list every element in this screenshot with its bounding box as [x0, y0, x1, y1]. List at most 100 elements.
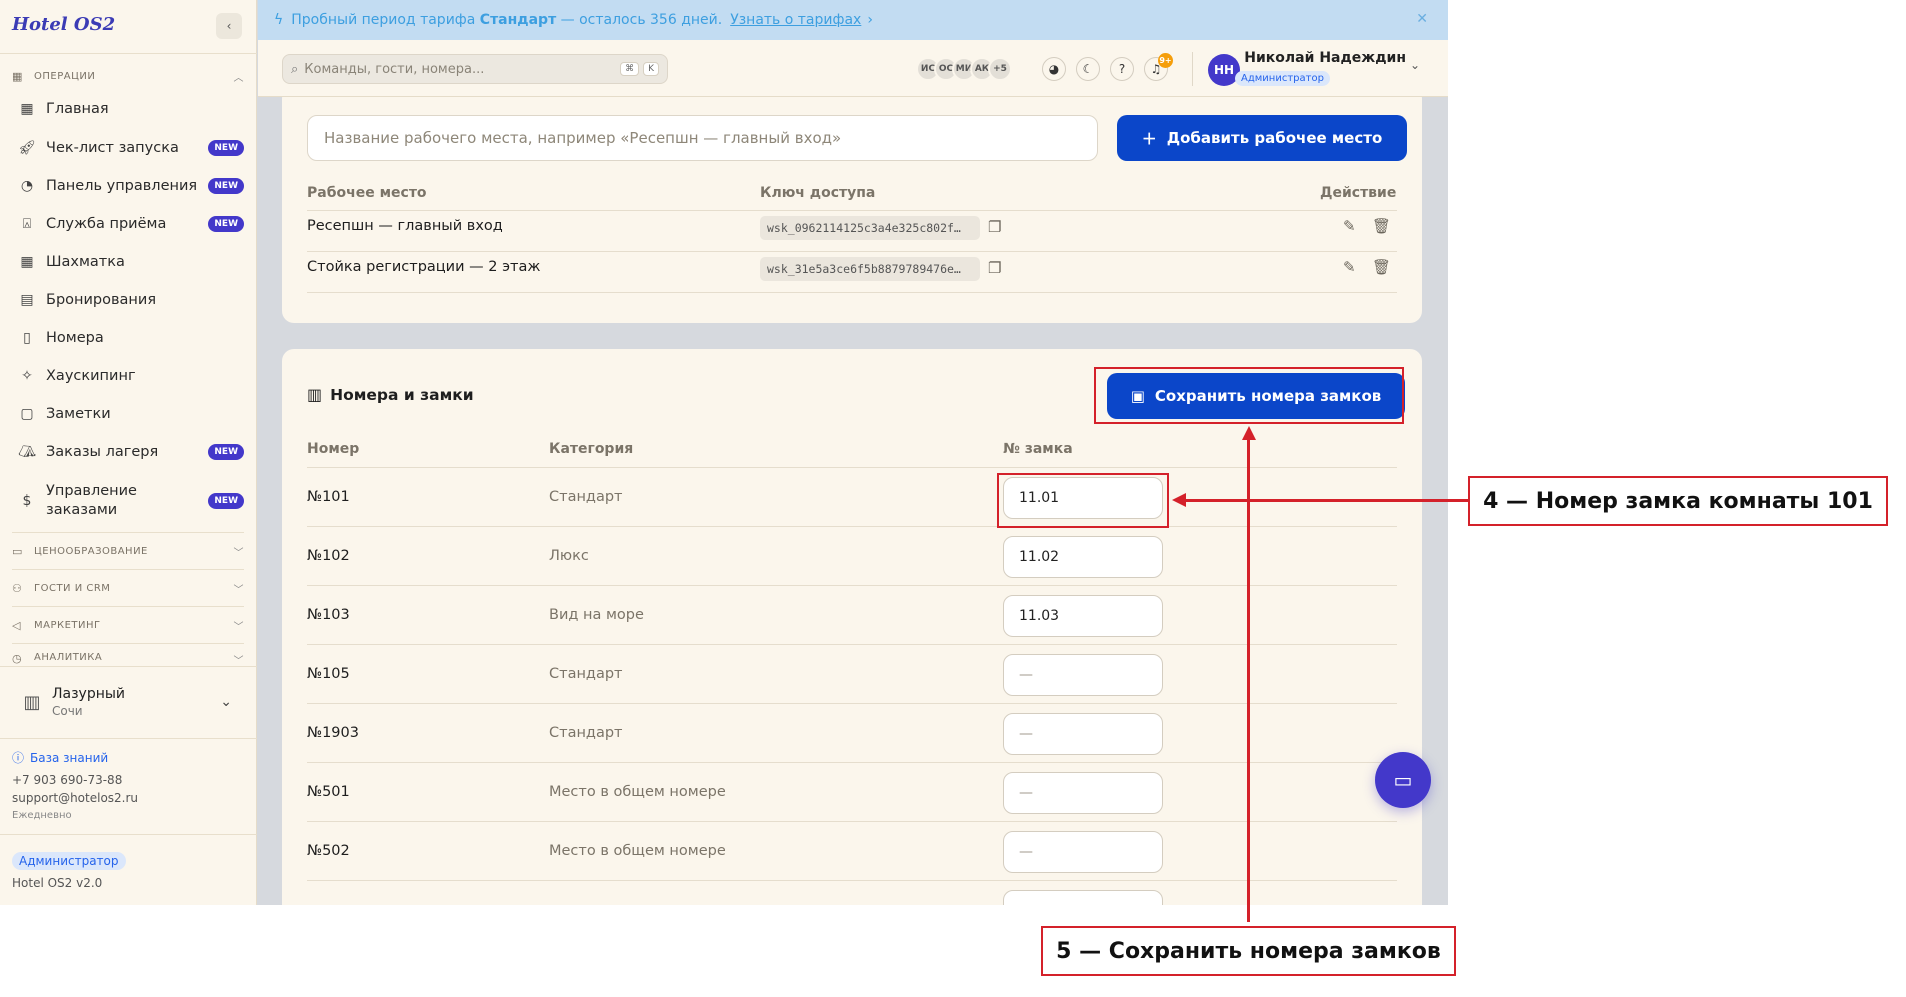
support-email[interactable]: support@hotelos2.ru [12, 791, 138, 805]
support-phone[interactable]: +7 903 690-73-88 [12, 773, 122, 787]
sparkle-icon: ✧ [21, 368, 33, 384]
sidebar-item-notes[interactable]: ▢ Заметки [18, 398, 244, 430]
column-header-key: Ключ доступа [760, 185, 876, 201]
gauge-icon: ◔ [20, 178, 34, 194]
user-name[interactable]: Николай Надеждин [1236, 50, 1406, 66]
help-button[interactable]: ? [1110, 57, 1134, 81]
chevron-down-icon: ﹀ [233, 621, 244, 633]
room-category: Люкс [549, 548, 589, 564]
sidebar-item-dashboard[interactable]: ◔ Панель управления NEW [18, 170, 244, 202]
workplaces-card: Название рабочего места, например «Ресеп… [282, 97, 1422, 323]
chat-icon: ▭ [1393, 768, 1413, 792]
chat-button[interactable]: ▭ [1375, 752, 1431, 808]
sidebar-item-launch-checklist[interactable]: 🚀︎ Чек-лист запуска NEW [18, 132, 244, 164]
divider [0, 666, 257, 667]
theme-palette-button[interactable]: ◕ [1042, 57, 1066, 81]
new-badge: NEW [208, 178, 244, 194]
sidebar-item-order-management[interactable]: $ Управление заказами NEW [18, 480, 244, 522]
divider [307, 292, 1397, 293]
divider [12, 643, 244, 644]
divider [0, 738, 257, 739]
section-guests[interactable]: ⚇ ГОСТИ И CRM ﹀ [12, 578, 244, 598]
sidebar-item-housekeeping[interactable]: ✧ Хаускипинг [18, 360, 244, 392]
sidebar-item-label: Шахматка [46, 253, 125, 270]
close-icon[interactable]: ✕ [1416, 11, 1428, 27]
note-icon: ▢ [20, 406, 34, 422]
add-workplace-label: Добавить рабочее место [1166, 129, 1383, 147]
column-header-lock: № замка [1003, 441, 1073, 457]
workplace-name: Стойка регистрации — 2 этаж [307, 259, 541, 275]
shortcut-key: K [643, 62, 659, 76]
new-badge: NEW [208, 444, 244, 460]
sidebar: Hotel OS2 ‹ ▦ ОПЕРАЦИИ ︿ ▦ Главная 🚀︎ Че… [0, 0, 257, 905]
divider [307, 251, 1397, 252]
copy-icon[interactable]: ❐ [988, 259, 1001, 277]
tent-icon: ⛺︎ [18, 444, 36, 460]
knowledge-base-link[interactable]: ⓘ База знаний [12, 749, 108, 766]
arrow-head-icon [1172, 493, 1186, 507]
room-category: Место в общем номере [549, 784, 726, 800]
plans-link[interactable]: Узнать о тарифах [730, 12, 861, 28]
column-header-action: Действие [1320, 185, 1397, 201]
hotel-switcher[interactable]: ▥ Лазурный Сочи ⌄ [12, 678, 244, 726]
trial-banner: ϟ Пробный период тарифа Стандарт — остал… [258, 0, 1448, 40]
trash-icon[interactable]: 🗑︎ [1372, 217, 1391, 235]
highlight-save-button [1094, 367, 1404, 424]
lock-number-input[interactable]: 11.02 [1003, 536, 1163, 578]
sidebar-item-rooms[interactable]: ▯ Номера [18, 322, 244, 354]
grid-icon: ▦ [20, 101, 34, 117]
workplace-name-input[interactable]: Название рабочего места, например «Ресеп… [307, 115, 1098, 161]
new-badge: NEW [208, 493, 244, 509]
edit-icon[interactable]: ✎ [1343, 217, 1356, 235]
divider [307, 821, 1397, 822]
dark-mode-button[interactable]: ☾ [1076, 57, 1100, 81]
copy-icon[interactable]: ❐ [988, 218, 1001, 236]
sidebar-collapse-button[interactable]: ‹ [216, 13, 242, 39]
sidebar-item-bookings[interactable]: ▤ Бронирования [18, 284, 244, 316]
clipboard-icon: ▤ [20, 292, 34, 308]
shortcut-key: ⌘ [620, 62, 640, 76]
banner-text: Пробный период тарифа [291, 12, 476, 28]
chevron-down-icon: ﹀ [233, 547, 244, 559]
moon-icon: ☾ [1082, 62, 1094, 76]
online-users[interactable]: ИС ОС МИ АК +5 [916, 57, 1012, 81]
lock-number-input[interactable]: — [1003, 654, 1163, 696]
room-number: №1903 [307, 725, 359, 741]
sidebar-item-chessboard[interactable]: ▦ Шахматка [18, 246, 244, 278]
sidebar-item-home[interactable]: ▦ Главная [18, 93, 244, 125]
annotation-label-5: 5 — Сохранить номера замков [1041, 926, 1456, 976]
lock-number-input[interactable]: — [1003, 713, 1163, 755]
card-icon: ▭ [12, 544, 23, 558]
add-workplace-button[interactable]: ＋ Добавить рабочее место [1117, 115, 1407, 161]
notifications-button[interactable]: ♫ 9+ [1144, 53, 1173, 81]
help-icon: ⓘ [12, 751, 25, 765]
column-header-place: Рабочее место [307, 185, 427, 201]
divider [12, 532, 244, 533]
building-icon: ▥ [23, 691, 41, 713]
column-header-category: Категория [549, 441, 634, 457]
section-analytics[interactable]: ◷ АНАЛИТИКА ﹀ [12, 652, 244, 666]
role-badge: Администратор [12, 852, 126, 870]
app-logo[interactable]: Hotel OS2 [12, 14, 115, 35]
chevron-down-icon[interactable]: ⌄ [1410, 58, 1420, 72]
section-label: ЦЕНООБРАЗОВАНИЕ [34, 545, 148, 557]
sidebar-item-front-desk[interactable]: ⍓ Служба приёма NEW [18, 208, 244, 240]
lock-number-input[interactable]: — [1003, 831, 1163, 873]
search-icon: ⌕ [291, 61, 299, 77]
sidebar-item-camp-orders[interactable]: ⛺︎ Заказы лагеря NEW [18, 436, 244, 468]
divider [307, 585, 1397, 586]
lock-number-input[interactable]: 11.03 [1003, 595, 1163, 637]
building-icon: ▥ [307, 385, 323, 404]
edit-icon[interactable]: ✎ [1343, 258, 1356, 276]
chevron-down-icon: ﹀ [233, 584, 244, 596]
trash-icon[interactable]: 🗑︎ [1372, 258, 1391, 276]
lock-number-input[interactable]: — [1003, 772, 1163, 814]
user-role-badge: Администратор [1235, 71, 1330, 86]
section-marketing[interactable]: ◁ МАРКЕТИНГ ﹀ [12, 615, 244, 635]
new-badge: NEW [208, 140, 244, 156]
search-input[interactable]: ⌕ Команды, гости, номера... ⌘ K [282, 54, 668, 84]
section-operations[interactable]: ▦ ОПЕРАЦИИ ︿ [12, 66, 244, 86]
lightning-icon: ϟ [274, 12, 284, 28]
lock-number-input[interactable] [1003, 890, 1163, 905]
section-pricing[interactable]: ▭ ЦЕНООБРАЗОВАНИЕ ﹀ [12, 541, 244, 561]
